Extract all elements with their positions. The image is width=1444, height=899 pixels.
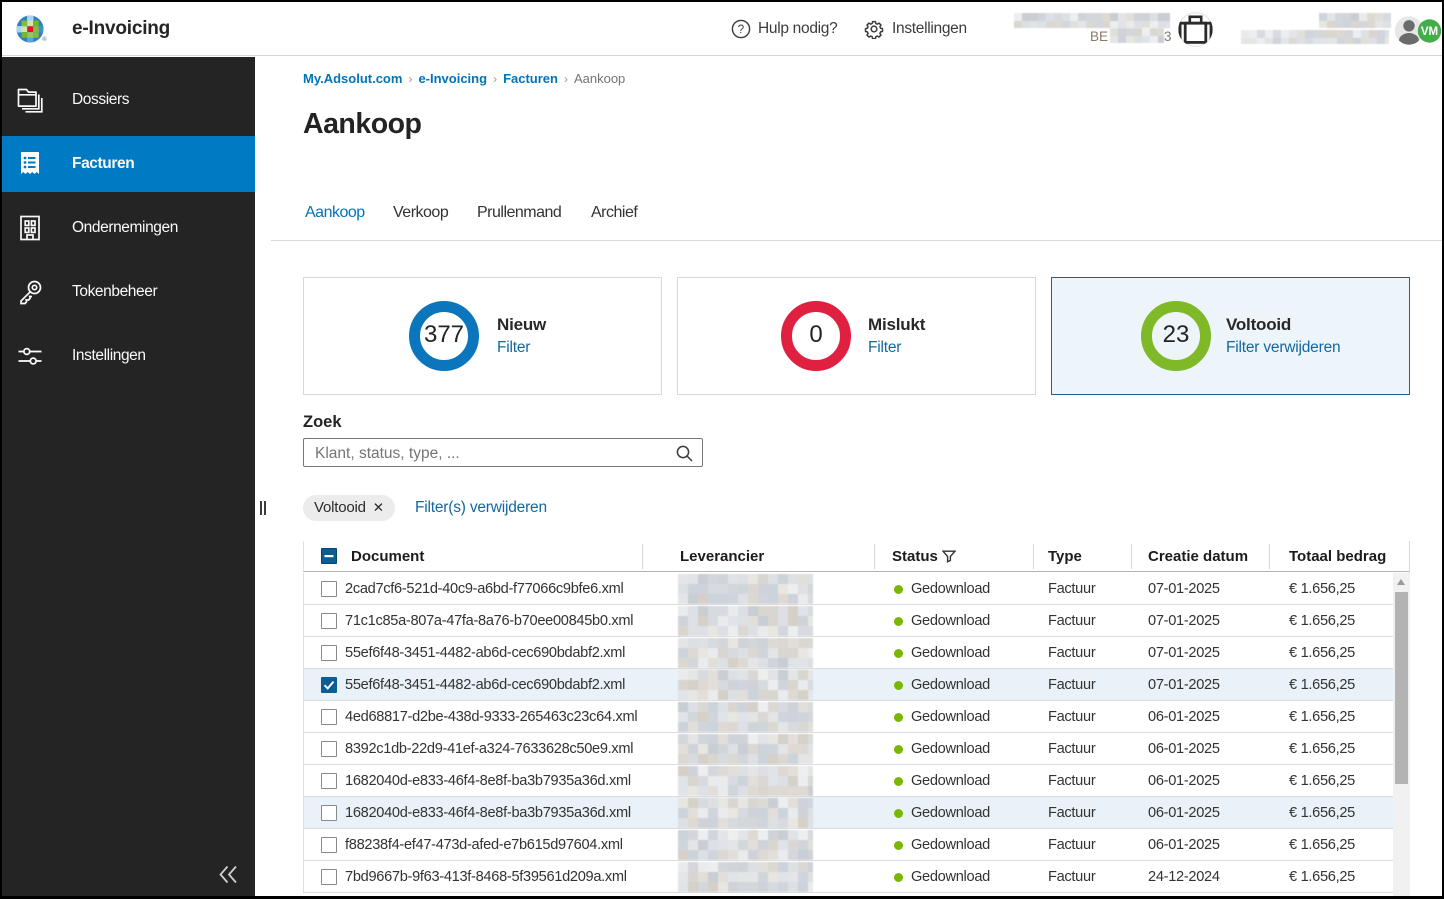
svg-text:VM: VM [1421,26,1438,38]
svg-text:?: ? [738,24,744,36]
